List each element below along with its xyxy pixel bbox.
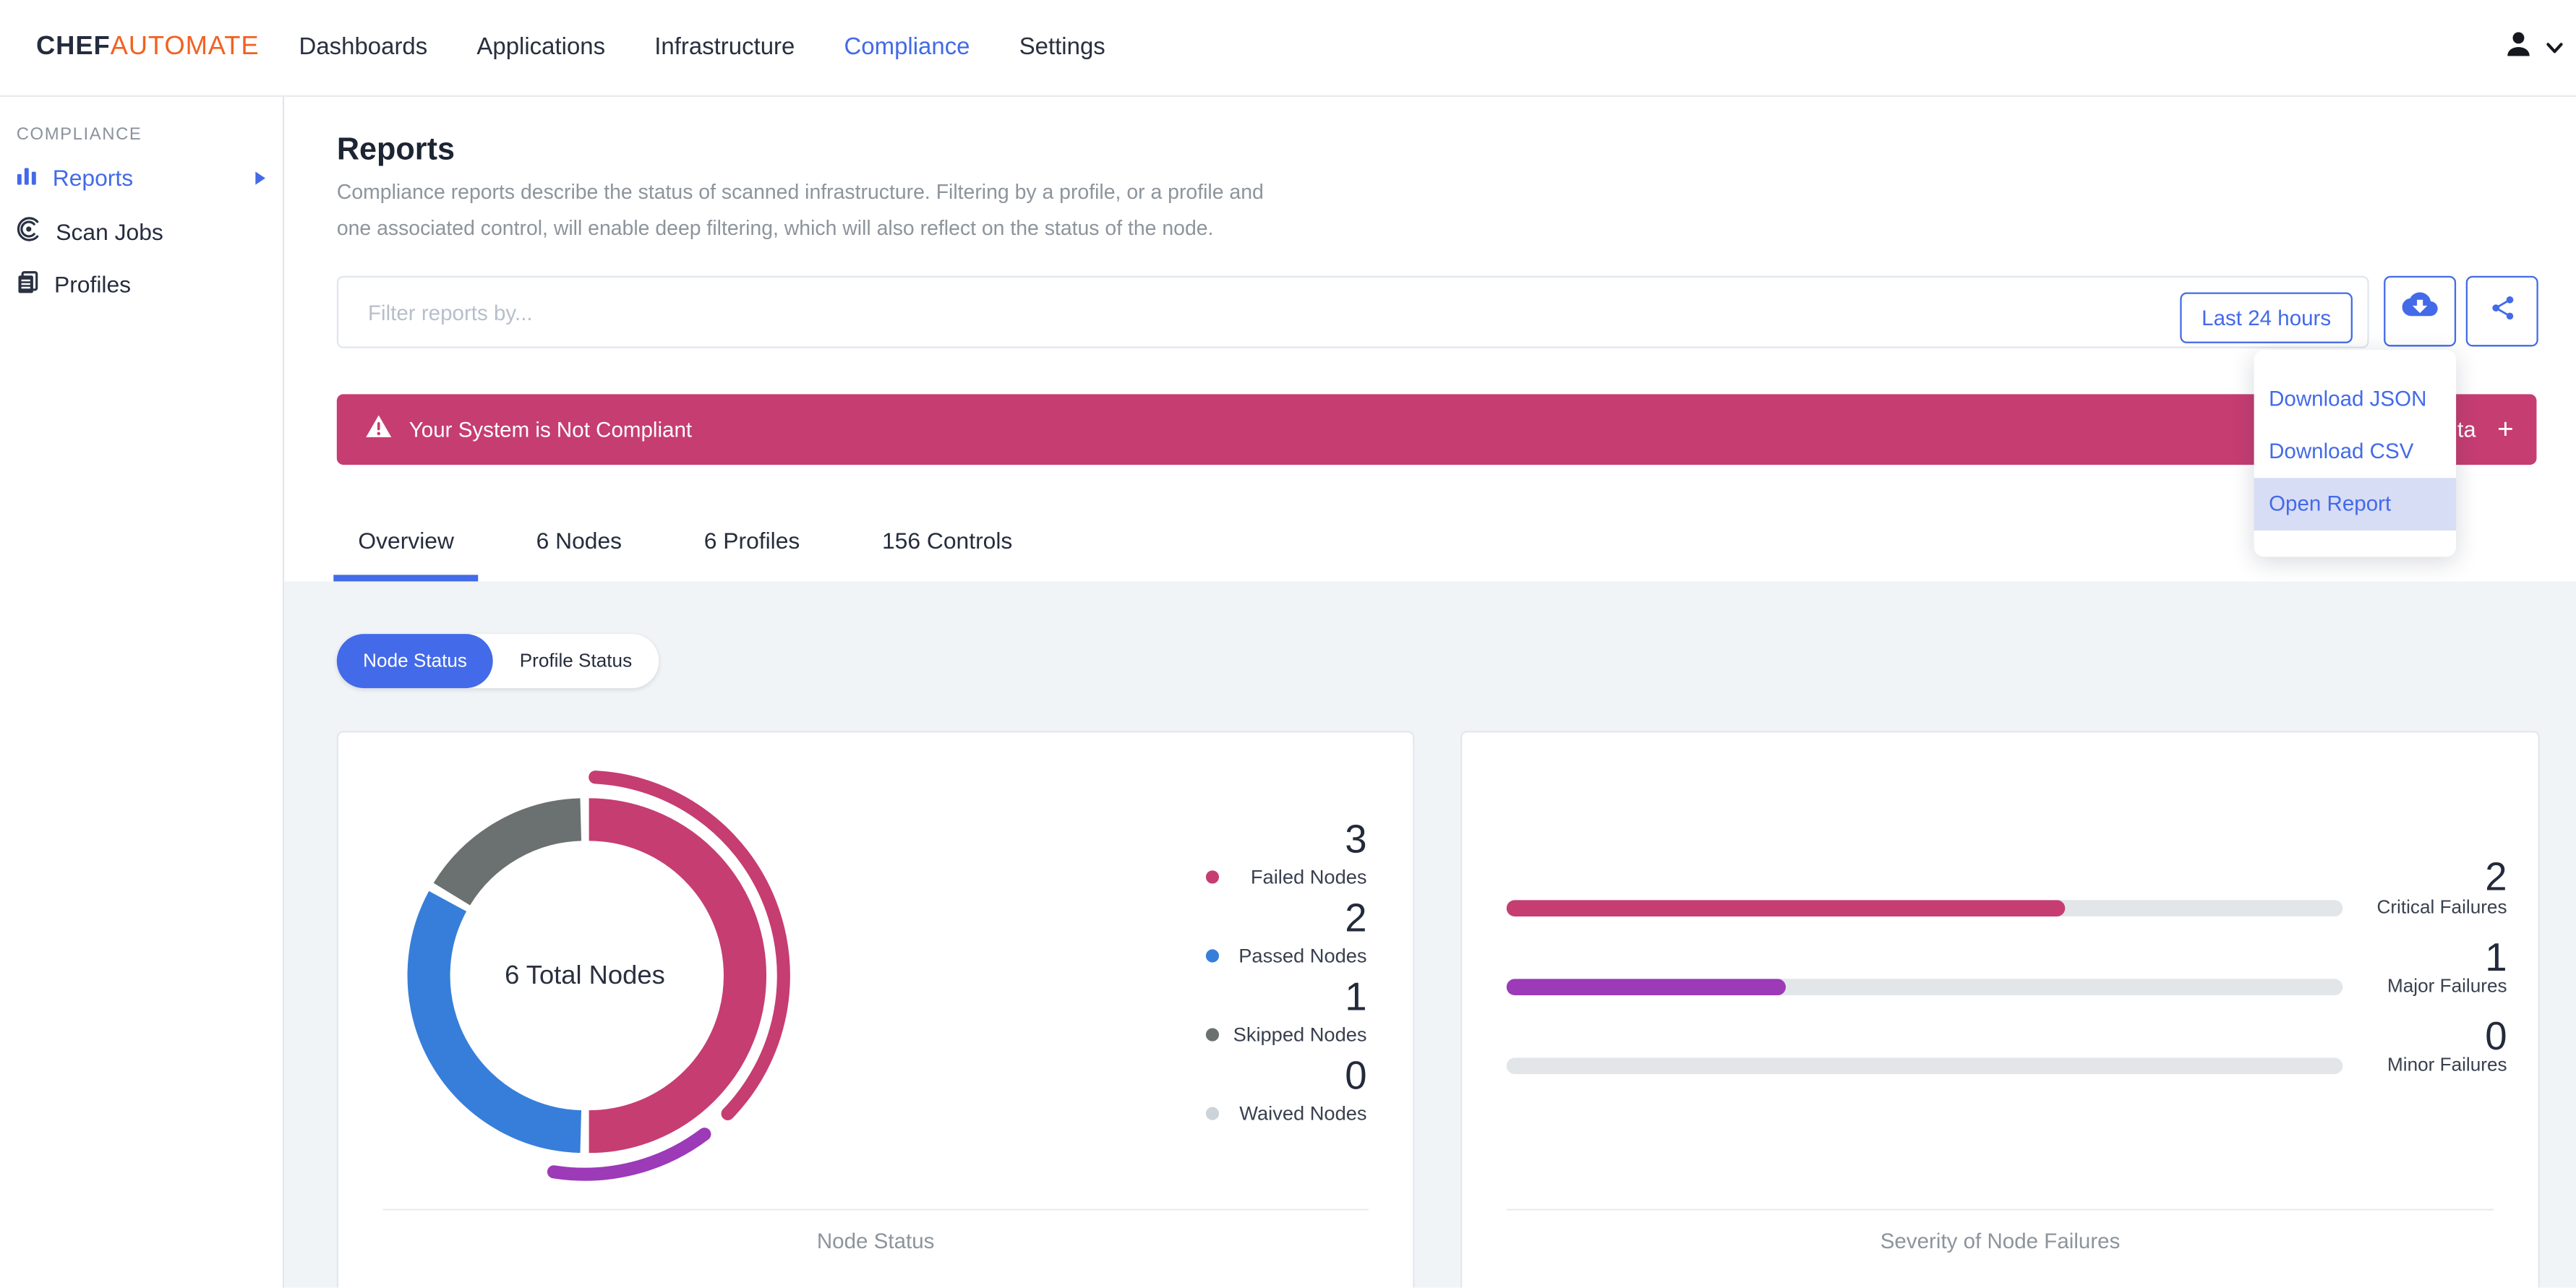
minor-bar[interactable] [1506, 1057, 2343, 1075]
legend-waived-nodes: 0 Waived Nodes [1205, 1054, 1367, 1125]
waived-label: Waived Nodes [1239, 1102, 1367, 1125]
time-range-button[interactable]: Last 24 hours [2180, 292, 2353, 343]
tab-profiles[interactable]: 6 Profiles [680, 506, 825, 582]
card-divider [382, 1208, 1369, 1211]
banner-message: Your System is Not Compliant [408, 417, 693, 442]
toggle-profile-status[interactable]: Profile Status [493, 634, 658, 688]
critical-bar-fill [1506, 900, 2066, 916]
donut-center-label: 6 Total Nodes [505, 962, 665, 991]
brand-automate: AUTOMATE [110, 33, 260, 61]
chef-automate-app: CHEF AUTOMATE Dashboards Applications Inf… [0, 0, 2576, 1288]
documents-icon [17, 270, 40, 299]
compliance-status-banner: Your System is Not Compliant ta + [336, 394, 2537, 465]
share-icon [2488, 293, 2516, 330]
passed-label: Passed Nodes [1238, 944, 1367, 968]
critical-count: 2 [2485, 855, 2507, 901]
severity-caption: Severity of Node Failures [1880, 1228, 2121, 1253]
nav-applications[interactable]: Applications [476, 35, 605, 61]
user-menu[interactable] [2502, 0, 2563, 95]
menu-item-download-json[interactable]: Download JSON [2254, 373, 2456, 426]
toggle-node-status[interactable]: Node Status [336, 634, 494, 689]
minor-label: Minor Failures [2387, 1056, 2507, 1076]
menu-item-download-csv[interactable]: Download CSV [2254, 426, 2456, 478]
download-dropdown-menu: Download JSON Download CSV Open Report [2254, 350, 2457, 557]
legend-skipped-nodes: 1 Skipped Nodes [1205, 975, 1367, 1047]
nav-compliance[interactable]: Compliance [844, 35, 970, 61]
page-description: Compliance reports describe the status o… [337, 176, 1264, 247]
passed-dot-icon [1205, 949, 1220, 963]
page-title: Reports [336, 133, 455, 168]
minor-count: 0 [2485, 1015, 2507, 1060]
major-count: 1 [2485, 936, 2507, 981]
share-report-button[interactable] [2465, 275, 2538, 347]
card-divider [1506, 1208, 2494, 1211]
critical-bar[interactable] [1506, 900, 2343, 916]
tab-overview[interactable]: Overview [333, 506, 479, 582]
warning-icon [364, 413, 393, 445]
failed-dot-icon [1205, 870, 1220, 884]
node-status-card: 6 Total Nodes 3 Failed Nodes 2 Passed No… [336, 731, 1415, 1288]
compliance-sidebar: COMPLIANCE Reports Scan Jobs Profiles [0, 95, 285, 1288]
skipped-count: 1 [1345, 975, 1367, 1021]
major-label: Major Failures [2387, 977, 2507, 997]
donut-segment-passed[interactable] [407, 890, 582, 1154]
legend-failed-nodes: 3 Failed Nodes [1205, 817, 1367, 889]
critical-label: Critical Failures [2376, 898, 2507, 919]
node-status-caption: Node Status [816, 1228, 935, 1253]
donut-segment-skipped[interactable] [433, 798, 582, 906]
sidebar-item-reports[interactable]: Reports [0, 153, 283, 202]
expand-arrow-icon[interactable] [254, 170, 266, 184]
severity-card: 2 Critical Failures 1 Major Failures 0 M… [1460, 731, 2541, 1288]
sidebar-section-label: COMPLIANCE [16, 124, 142, 145]
menu-item-open-report[interactable]: Open Report [2254, 478, 2457, 531]
bar-chart-icon [17, 164, 38, 190]
sidebar-item-label: Reports [52, 164, 134, 191]
legend-passed-nodes: 2 Passed Nodes [1205, 896, 1367, 968]
download-report-button[interactable] [2384, 275, 2457, 347]
failed-label: Failed Nodes [1250, 865, 1367, 889]
sidebar-item-label: Scan Jobs [56, 218, 163, 245]
sidebar-item-profiles[interactable]: Profiles [0, 259, 283, 309]
radar-icon [17, 217, 41, 246]
major-bar-fill [1506, 979, 1786, 996]
brand-chef: CHEF [35, 33, 111, 61]
user-profile-icon [2502, 27, 2535, 68]
page-description-line2: one associated control, will enable deep… [336, 216, 1214, 240]
tab-nodes[interactable]: 6 Nodes [512, 506, 647, 582]
brand-logo[interactable]: CHEF AUTOMATE [36, 0, 260, 95]
waived-count: 0 [1345, 1054, 1367, 1099]
filter-placeholder: Filter reports by... [367, 299, 533, 325]
status-toggle: Node Status Profile Status [336, 634, 659, 689]
sidebar-item-scan-jobs[interactable]: Scan Jobs [0, 207, 283, 256]
skipped-dot-icon [1205, 1028, 1220, 1042]
failed-count: 3 [1345, 817, 1367, 862]
top-navigation-bar: CHEF AUTOMATE Dashboards Applications Inf… [0, 0, 2576, 98]
passed-count: 2 [1345, 896, 1367, 942]
chevron-down-icon [2546, 33, 2563, 62]
skipped-label: Skipped Nodes [1233, 1023, 1367, 1047]
banner-right-action[interactable]: ta + [2457, 394, 2514, 465]
sidebar-item-label: Profiles [54, 270, 132, 298]
nav-settings[interactable]: Settings [1019, 35, 1105, 61]
banner-fragment-text: ta [2457, 417, 2476, 442]
nav-dashboards[interactable]: Dashboards [299, 35, 428, 61]
plus-icon: + [2497, 413, 2514, 445]
cloud-download-icon [2402, 292, 2438, 330]
report-tabs: Overview 6 Nodes 6 Profiles 156 Controls [333, 506, 1037, 582]
main-nav: Dashboards Applications Infrastructure C… [299, 0, 1105, 95]
major-bar[interactable] [1506, 979, 2343, 996]
filter-reports-input[interactable]: Filter reports by... [336, 275, 2369, 348]
nav-infrastructure[interactable]: Infrastructure [654, 35, 795, 61]
page-description-line1: Compliance reports describe the status o… [336, 180, 1264, 204]
waived-dot-icon [1205, 1107, 1220, 1120]
tab-controls[interactable]: 156 Controls [857, 506, 1037, 582]
